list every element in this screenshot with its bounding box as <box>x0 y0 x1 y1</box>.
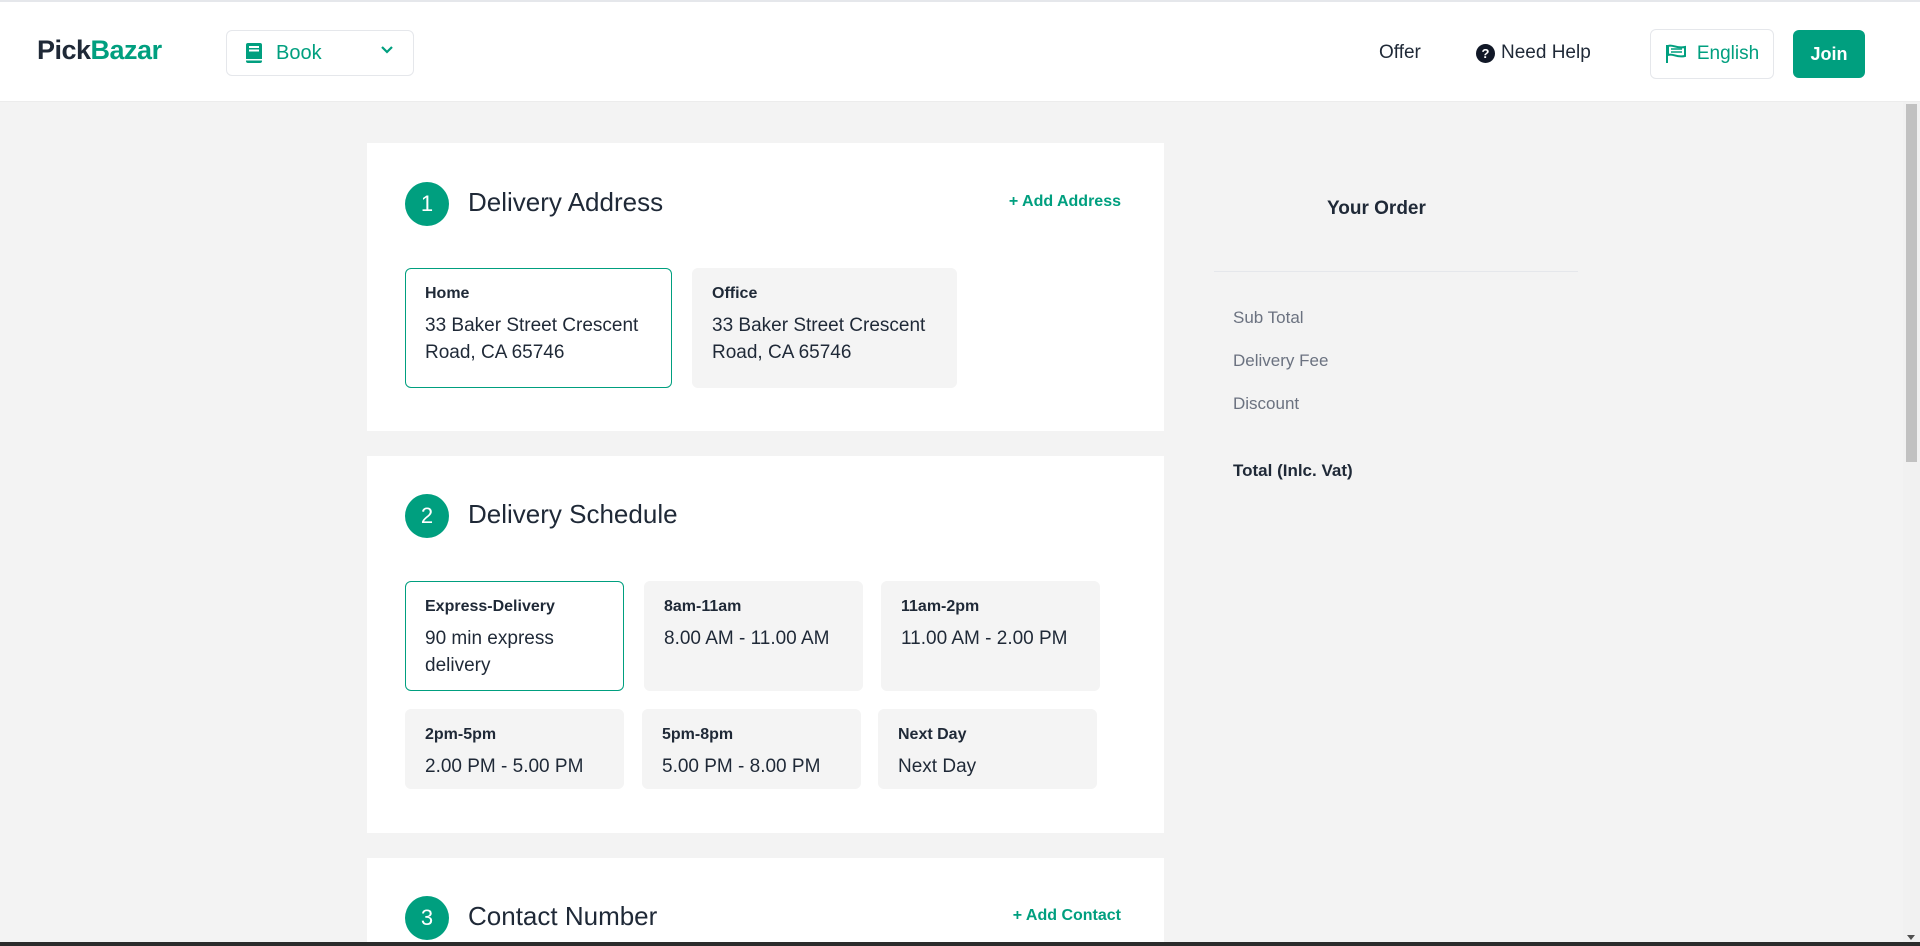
bottom-edge <box>0 942 1920 946</box>
shop-type-select[interactable]: Book <box>226 30 414 76</box>
language-switcher[interactable]: English <box>1650 29 1774 79</box>
schedule-title: 11am-2pm <box>901 598 980 615</box>
schedule-title: Express-Delivery <box>425 598 555 615</box>
section-title: Delivery Address <box>468 187 664 217</box>
delivery-address-card: 1 Delivery Address + Add Address Home 33… <box>367 143 1164 431</box>
book-icon <box>246 43 262 63</box>
schedule-option-express[interactable]: Express-Delivery 90 min express delivery <box>405 581 624 691</box>
schedule-detail: Next Day <box>898 756 977 777</box>
schedule-option-next-day[interactable]: Next Day Next Day <box>878 709 1097 789</box>
schedule-option-11am-2pm[interactable]: 11am-2pm 11.00 AM - 2.00 PM <box>881 581 1100 691</box>
add-contact-link[interactable]: + Add Contact <box>1013 907 1121 925</box>
delivery-schedule-card: 2 Delivery Schedule Express-Delivery 90 … <box>367 456 1164 833</box>
address-detail: 33 Baker Street Crescent Road, CA 65746 <box>425 315 639 363</box>
schedule-title: 5pm-8pm <box>662 726 734 743</box>
schedule-detail: 11.00 AM - 2.00 PM <box>901 628 1068 649</box>
chevron-down-icon <box>381 46 393 54</box>
contact-number-card: 3 Contact Number + Add Contact <box>367 858 1164 946</box>
need-help-label: Need Help <box>1501 42 1591 63</box>
scrollbar-thumb[interactable] <box>1906 104 1917 462</box>
discount-label: Discount <box>1233 394 1300 413</box>
step-number: 1 <box>405 182 449 226</box>
scroll-down-arrow-icon[interactable] <box>1907 935 1915 940</box>
nav-offer-link[interactable]: Offer <box>1379 42 1421 64</box>
delivery-fee-label: Delivery Fee <box>1233 351 1329 370</box>
schedule-detail: 2.00 PM - 5.00 PM <box>425 756 584 777</box>
schedule-detail: 5.00 PM - 8.00 PM <box>662 756 821 777</box>
schedule-detail: 90 min express delivery <box>425 628 554 676</box>
order-title: Your Order <box>1327 198 1426 219</box>
address-option-home[interactable]: Home 33 Baker Street Crescent Road, CA 6… <box>405 268 672 388</box>
total-label: Total (Inlc. Vat) <box>1233 461 1353 480</box>
nav-need-help-link[interactable]: ? Need Help <box>1476 42 1591 64</box>
order-divider <box>1214 271 1578 272</box>
sub-total-label: Sub Total <box>1233 308 1304 327</box>
logo[interactable]: PickBazar <box>37 35 162 66</box>
schedule-title: Next Day <box>898 726 967 743</box>
address-title: Office <box>712 285 758 302</box>
address-option-office[interactable]: Office 33 Baker Street Crescent Road, CA… <box>692 268 957 388</box>
logo-text-primary: Pick <box>37 35 91 65</box>
schedule-title: 2pm-5pm <box>425 726 497 743</box>
schedule-option-8am-11am[interactable]: 8am-11am 8.00 AM - 11.00 AM <box>644 581 863 691</box>
join-button[interactable]: Join <box>1793 30 1865 78</box>
section-title: Contact Number <box>468 901 658 931</box>
schedule-title: 8am-11am <box>664 598 742 615</box>
shop-type-label: Book <box>276 41 322 64</box>
schedule-detail: 8.00 AM - 11.00 AM <box>664 628 830 649</box>
step-number: 2 <box>405 494 449 538</box>
language-label: English <box>1696 43 1760 64</box>
flag-icon <box>1665 44 1686 63</box>
logo-text-accent: Bazar <box>90 35 163 65</box>
section-title: Delivery Schedule <box>468 499 678 529</box>
address-detail: 33 Baker Street Crescent Road, CA 65746 <box>712 315 926 363</box>
step-number: 3 <box>405 896 449 940</box>
schedule-option-5pm-8pm[interactable]: 5pm-8pm 5.00 PM - 8.00 PM <box>642 709 861 789</box>
address-title: Home <box>425 285 470 302</box>
vertical-scrollbar[interactable] <box>1903 102 1920 946</box>
schedule-option-2pm-5pm[interactable]: 2pm-5pm 2.00 PM - 5.00 PM <box>405 709 624 789</box>
add-address-link[interactable]: + Add Address <box>1009 193 1121 211</box>
question-circle-icon: ? <box>1476 43 1495 63</box>
site-header: PickBazar Book Offer ? Need Help English… <box>0 2 1920 102</box>
